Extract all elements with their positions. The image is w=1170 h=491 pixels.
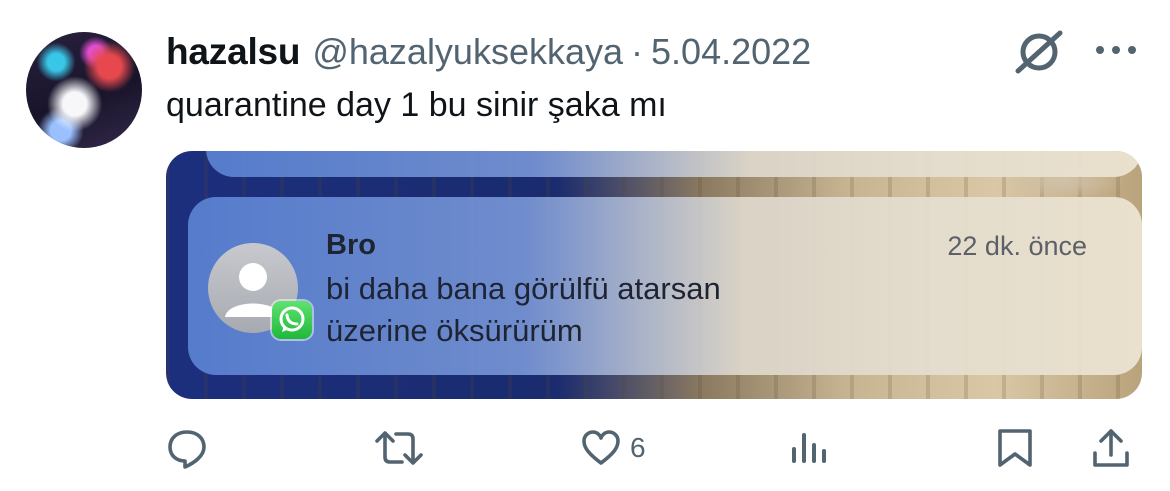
retweet-icon	[375, 431, 423, 465]
share-button[interactable]	[1090, 420, 1132, 476]
bookmark-button[interactable]	[994, 420, 1036, 476]
tweet-media-image[interactable]: Bro 22 dk. önce bi daha bana görülfü ata…	[166, 151, 1142, 399]
author-handle[interactable]: @hazalyuksekkaya	[312, 31, 623, 73]
like-button[interactable]: 6	[580, 420, 646, 476]
reply-icon	[168, 430, 206, 469]
like-count: 6	[630, 432, 646, 463]
tweet-actions: 6	[0, 420, 1170, 476]
views-button[interactable]	[788, 420, 830, 476]
author-avatar[interactable]	[26, 32, 142, 148]
bookmark-icon	[998, 429, 1032, 467]
retweet-button[interactable]	[374, 420, 424, 476]
author-display-name[interactable]: hazalsu	[166, 31, 301, 73]
notification-time: 22 dk. önce	[947, 231, 1087, 261]
separator-dot: ·	[631, 31, 644, 72]
notification-sender: Bro	[326, 229, 376, 261]
heart-icon	[582, 430, 620, 465]
more-icon[interactable]	[1092, 40, 1140, 60]
notification-message-line-2: üzerine öksürürüm	[326, 313, 583, 348]
share-icon	[1093, 429, 1129, 467]
reply-button[interactable]	[166, 420, 208, 476]
tweet-header: hazalsu @hazalyuksekkaya · 5.04.2022	[166, 30, 811, 74]
tweet-date[interactable]: 5.04.2022	[651, 31, 811, 73]
whatsapp-icon	[272, 301, 312, 339]
tweet-text: quarantine day 1 bu sinir şaka mı	[166, 86, 667, 124]
grok-icon[interactable]	[1012, 29, 1066, 75]
views-icon	[792, 433, 826, 463]
notification-message-line-1: bi daha bana görülfü atarsan	[326, 271, 721, 306]
notification-banner-previous	[206, 151, 1142, 177]
